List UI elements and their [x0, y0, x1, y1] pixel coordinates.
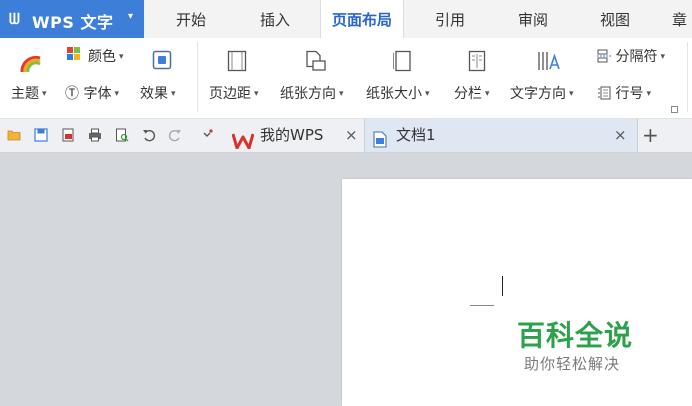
doc-tab-label: 文档1 [396, 126, 436, 144]
doc-tab-label: 我的WPS [260, 126, 324, 144]
customize-toolbar-icon[interactable] [201, 128, 213, 146]
effect-button[interactable]: 效果 ▾ [140, 83, 176, 103]
app-menu-caret-icon: ▾ [128, 11, 134, 22]
print-preview-icon[interactable] [115, 128, 129, 146]
theme-rainbow-icon[interactable] [20, 52, 42, 78]
menu-bar: ᗯ WPS 文字 ▾ 开始 插入 页面布局 引用 审阅 视图 章 [0, 0, 692, 39]
text-direction-button[interactable]: 文字方向 ▾ [510, 83, 574, 103]
ribbon-separator [687, 42, 688, 112]
watermark-title: 百科全说 [517, 319, 634, 352]
margins-button[interactable]: 页边距 ▾ [209, 83, 259, 103]
ribbon-separator [197, 42, 198, 112]
open-folder-icon[interactable] [7, 128, 21, 146]
doc-tab-document1[interactable]: 文档1 × [364, 119, 638, 152]
font-icon: Ⓣ [65, 86, 79, 102]
color-palette-icon[interactable] [67, 47, 81, 65]
tab-view[interactable]: 视图 [584, 0, 646, 38]
paper-size-icon [392, 50, 412, 76]
save-icon[interactable] [34, 128, 48, 146]
page-setup-launcher-icon[interactable] [671, 106, 678, 113]
ribbon-page-layout: 主题 ▾ 颜色 ▾ Ⓣ 字体 ▾ 效果 ▾ 页边距 ▾ 纸张方向 ▾ 纸张大小 … [0, 38, 692, 119]
document-page[interactable]: 百科全说 助你轻松解决 [342, 179, 692, 406]
close-tab-icon[interactable]: × [614, 119, 627, 152]
breaks-icon [597, 49, 611, 63]
text-cursor [502, 276, 503, 296]
document-tab-bar: 我的WPS × 文档1 × + [0, 119, 692, 153]
text-direction-icon [537, 50, 561, 76]
color-button[interactable]: 颜色 ▾ [88, 46, 124, 66]
orientation-icon [305, 50, 327, 76]
document-workspace: 百科全说 助你轻松解决 [0, 153, 692, 406]
tab-references[interactable]: 引用 [419, 0, 481, 38]
watermark-subtitle: 助你轻松解决 [524, 355, 621, 373]
page-color-icon[interactable] [152, 50, 172, 74]
orientation-button[interactable]: 纸张方向 ▾ [280, 83, 344, 103]
close-tab-icon[interactable]: × [345, 119, 358, 152]
line-numbers-button[interactable]: 行号 ▾ [597, 83, 651, 103]
columns-button[interactable]: 分栏 ▾ [454, 83, 490, 103]
margin-corner-mark [470, 305, 494, 306]
theme-button[interactable]: 主题 ▾ [11, 83, 47, 103]
font-button[interactable]: Ⓣ 字体 ▾ [65, 83, 119, 103]
paper-size-button[interactable]: 纸张大小 ▾ [366, 83, 430, 103]
app-title: WPS 文字 [32, 13, 114, 32]
export-pdf-icon[interactable] [61, 128, 75, 146]
wps-logo-icon: ᗯ [9, 10, 20, 28]
margins-icon [227, 50, 247, 76]
wps-app-menu-button[interactable]: ᗯ WPS 文字 ▾ [0, 0, 144, 38]
line-numbers-icon [597, 86, 611, 100]
tab-page-layout[interactable]: 页面布局 [320, 0, 404, 39]
columns-icon [468, 50, 486, 76]
undo-icon[interactable] [142, 128, 156, 146]
new-tab-button[interactable]: + [642, 119, 659, 152]
tab-home[interactable]: 开始 [160, 0, 222, 38]
redo-icon[interactable] [168, 128, 182, 146]
tab-review[interactable]: 审阅 [502, 0, 564, 38]
breaks-button[interactable]: 分隔符 ▾ [597, 46, 665, 66]
tab-insert[interactable]: 插入 [244, 0, 306, 38]
print-icon[interactable] [88, 128, 102, 146]
tab-section[interactable]: 章 [672, 0, 692, 38]
doc-tab-my-wps[interactable]: 我的WPS × [230, 119, 363, 152]
